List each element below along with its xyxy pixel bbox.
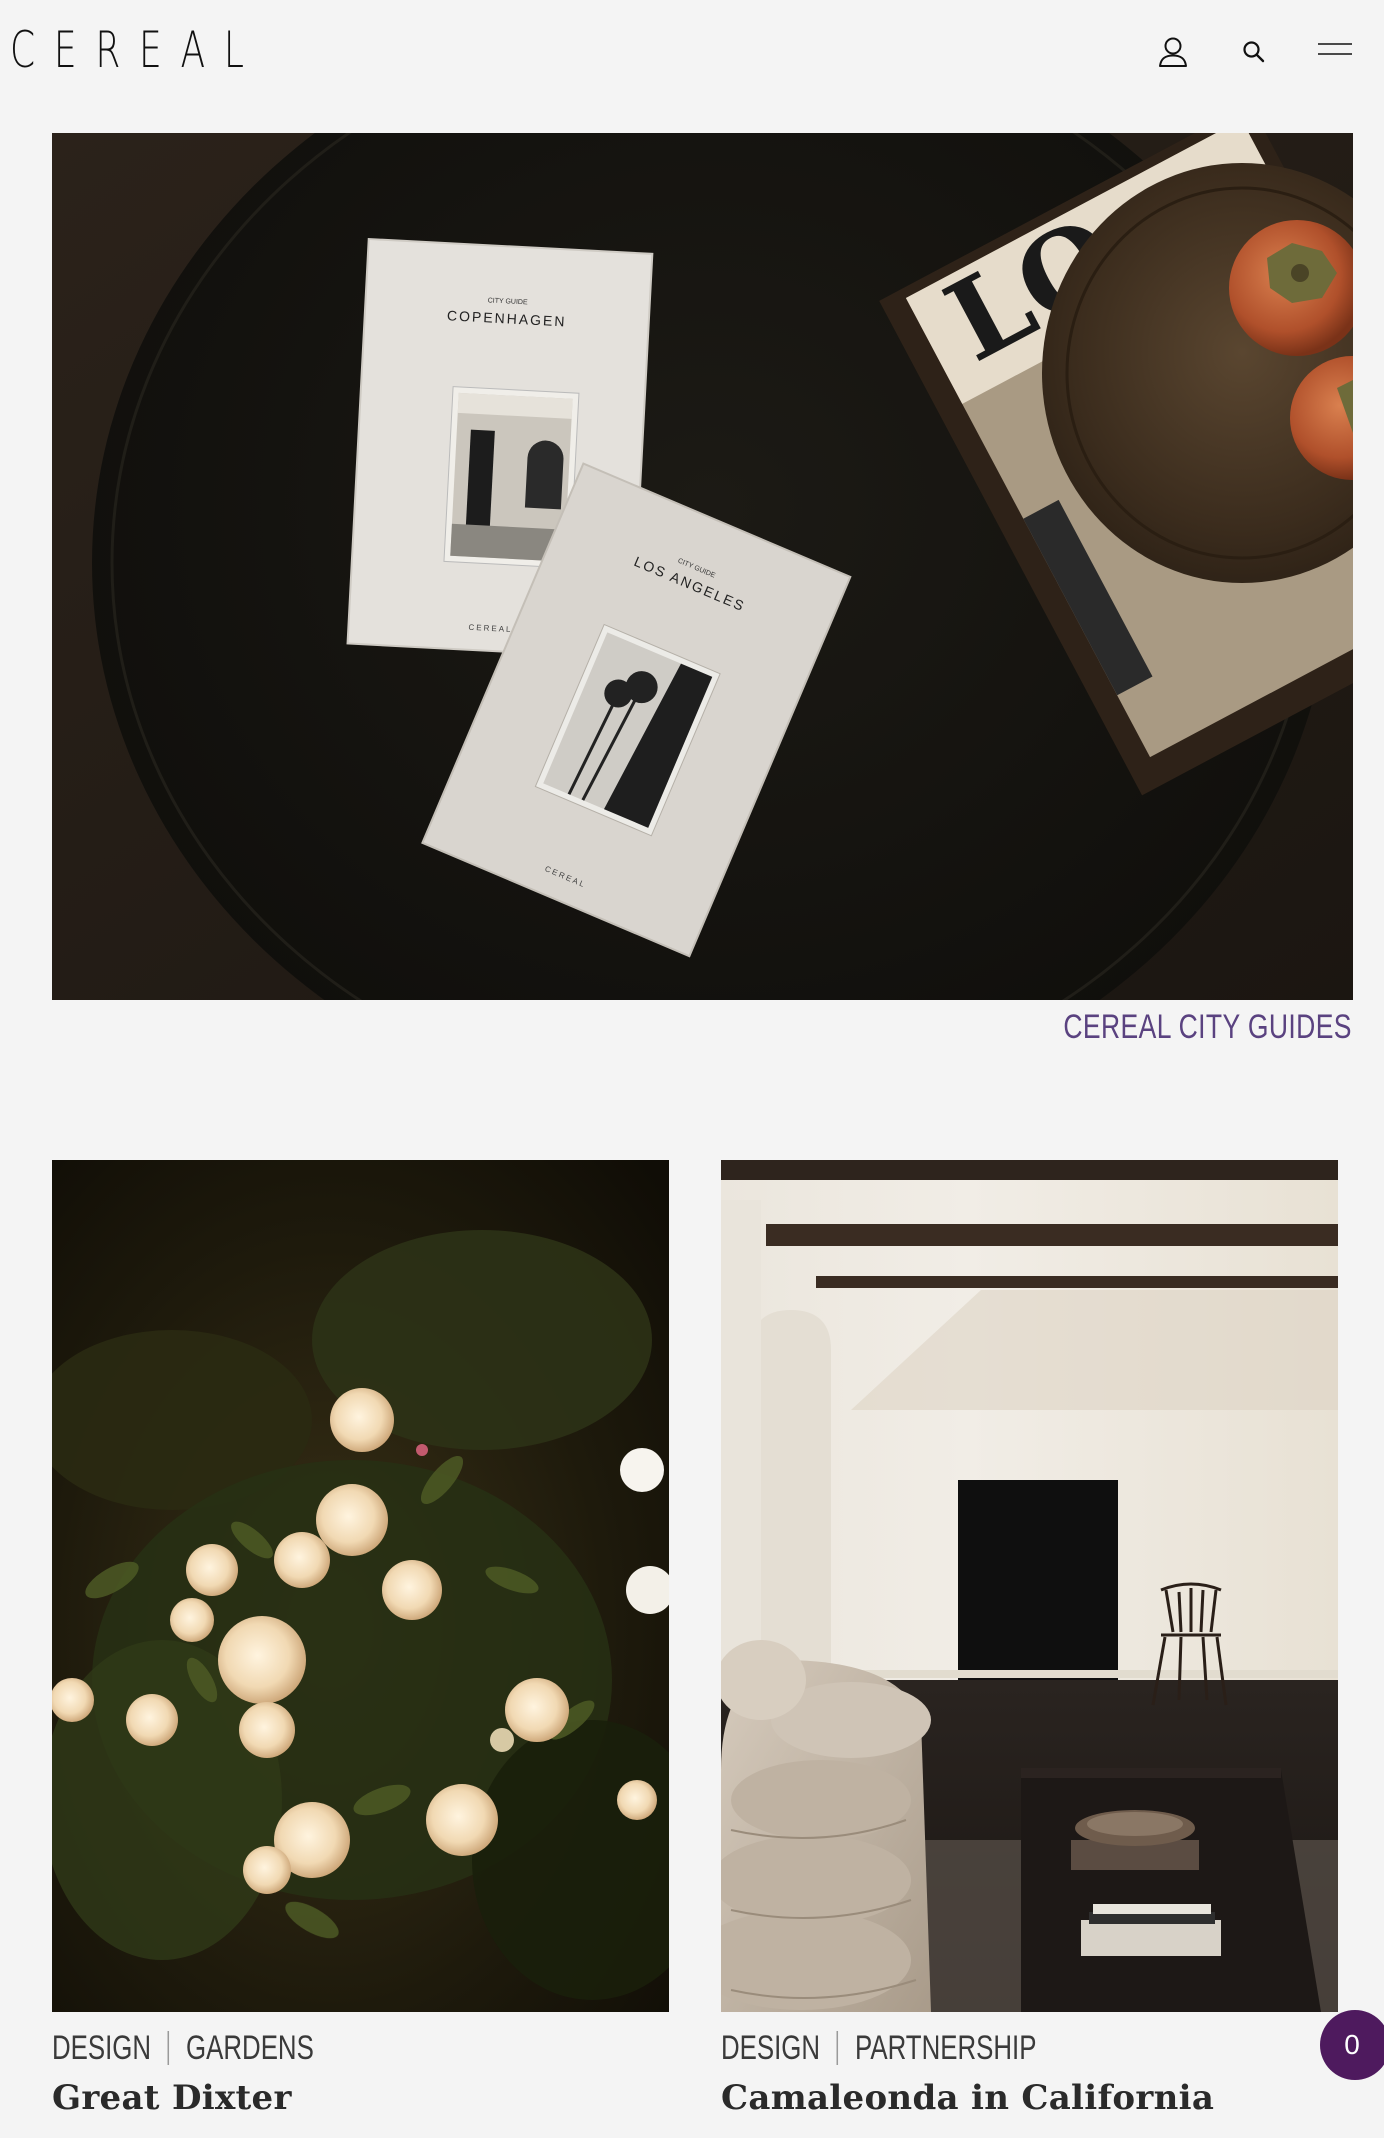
hero-photo: LO CITY GUIDE COPENHAGEN CEREAL CITY GUI… [52, 133, 1353, 1000]
subcategory-link[interactable]: GARDENS [186, 2029, 314, 2068]
category-link[interactable]: DESIGN [721, 2029, 820, 2068]
search-button[interactable] [1232, 30, 1276, 74]
menu-icon [1318, 43, 1352, 55]
cart-count-button[interactable]: 0 [1320, 2010, 1384, 2080]
article-card-great-dixter: DESIGN GARDENS Great Dixter [52, 1160, 669, 2122]
article-card-camaleonda: DESIGN PARTNERSHIP Camaleonda in Califor… [721, 1160, 1338, 2122]
card-image[interactable] [721, 1160, 1338, 2012]
site-header: CEREAL [0, 0, 1384, 110]
account-button[interactable] [1151, 30, 1195, 74]
card-image[interactable] [52, 1160, 669, 2012]
card-categories: DESIGN GARDENS [52, 2026, 521, 2070]
menu-button[interactable] [1312, 30, 1356, 74]
category-separator [167, 2031, 170, 2065]
interior-photo [721, 1160, 1338, 2012]
subcategory-link[interactable]: PARTNERSHIP [855, 2029, 1036, 2068]
category-separator [836, 2031, 839, 2065]
search-icon [1243, 41, 1265, 63]
card-title[interactable]: Great Dixter [52, 2074, 669, 2122]
site-logo[interactable]: CEREAL [10, 20, 263, 80]
card-title[interactable]: Camaleonda in California [721, 2074, 1338, 2122]
hero-image[interactable]: LO CITY GUIDE COPENHAGEN CEREAL CITY GUI… [52, 133, 1353, 1000]
flowers-photo [52, 1160, 669, 2012]
card-categories: DESIGN PARTNERSHIP [721, 2026, 1190, 2070]
category-link[interactable]: DESIGN [52, 2029, 151, 2068]
hero-caption-link[interactable]: CEREAL CITY GUIDES [1063, 1002, 1352, 1052]
user-icon [1159, 37, 1187, 67]
